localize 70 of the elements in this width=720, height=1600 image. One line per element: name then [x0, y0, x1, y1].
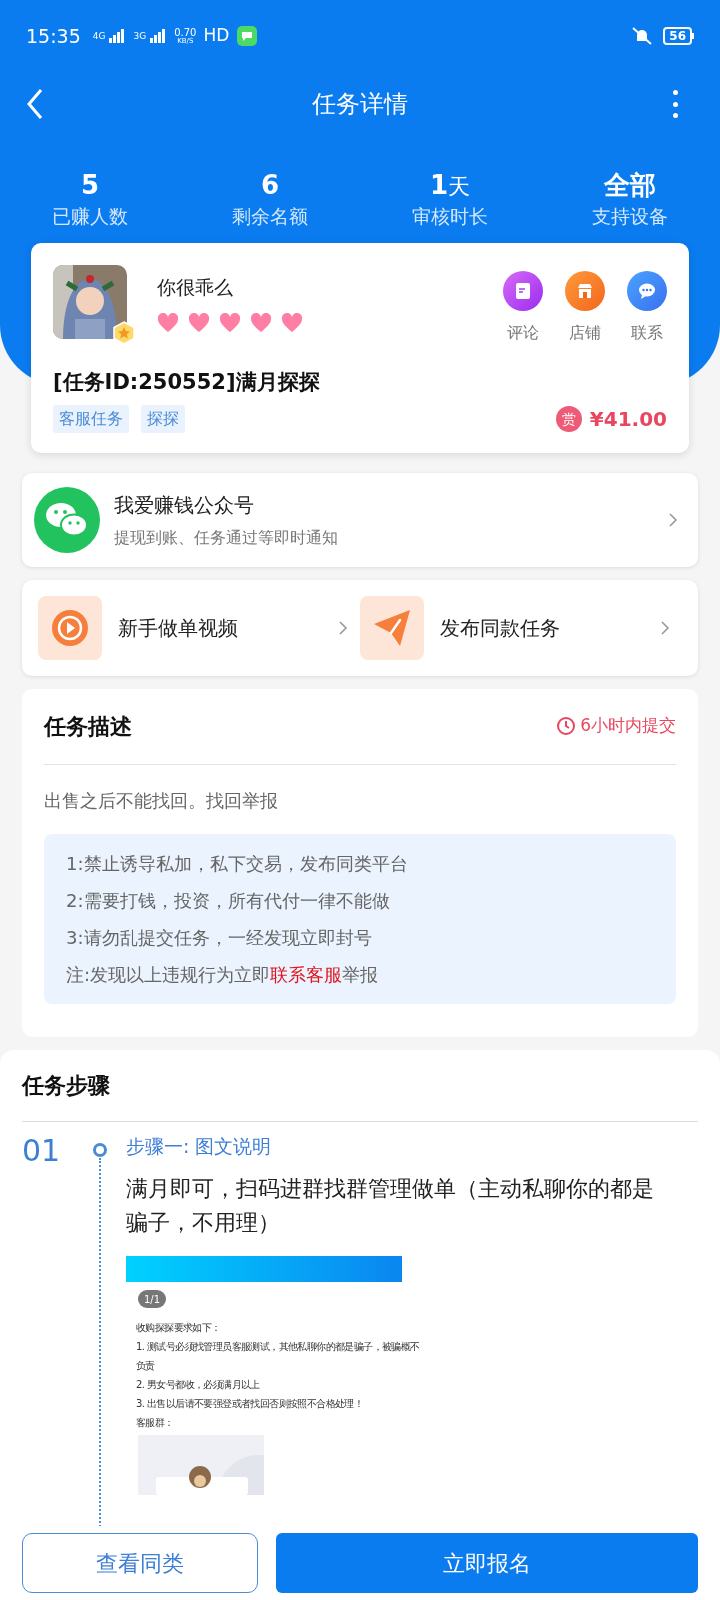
reward-badge: 赏	[555, 406, 582, 432]
action-button[interactable]: 店铺	[565, 270, 605, 345]
document-line: 客服群：	[136, 1417, 174, 1430]
heart-icon	[219, 313, 241, 333]
sign-up-button[interactable]: 立即报名	[276, 1533, 698, 1593]
document-line: 2. 男女号都收，必须满月以上	[136, 1379, 260, 1392]
document-line: 收购探探要求如下：	[136, 1322, 221, 1335]
document-line: 1. 测试号必须找管理员客服测试，其他私聊你的都是骗子，被骗概不	[136, 1341, 420, 1354]
page-title: 任务详情	[312, 89, 408, 120]
action-button[interactable]: 评论	[503, 270, 543, 345]
stat-value: 1	[429, 172, 449, 198]
rule-text: 注:发现以上违规行为立即联系客服举报	[66, 962, 380, 987]
task-tag: 客服任务	[53, 405, 129, 433]
signal-icon	[109, 29, 126, 43]
shortcut-button[interactable]: 新手做单视频	[38, 579, 360, 676]
stat-value: 6	[260, 172, 280, 198]
heart-icon	[157, 313, 179, 333]
stat-value: 5	[80, 172, 100, 198]
deadline: 6小时内提交	[580, 714, 676, 738]
stat-unit: 天	[448, 176, 471, 198]
rule-text: 1:禁止诱导私加，私下交易，发布同类平台	[66, 851, 409, 876]
document-line: 3. 出售以后请不要强登或者找回否则按照不合格处理！	[136, 1398, 364, 1411]
section-title: 任务步骤	[22, 1071, 110, 1100]
back-icon	[26, 88, 44, 120]
task-title: [任务ID:250552]满月探探	[53, 368, 321, 396]
clock-icon	[556, 716, 577, 736]
badge-star-icon	[113, 320, 135, 345]
battery-icon: 56	[663, 27, 694, 45]
similar-tasks-button[interactable]: 查看同类	[22, 1533, 259, 1593]
hd-indicator: HD	[203, 24, 230, 48]
shop-icon	[565, 270, 605, 311]
stat-label: 支持设备	[592, 204, 668, 229]
chat-icon	[627, 270, 667, 311]
message-icon	[237, 26, 258, 46]
heart-icon	[250, 313, 272, 333]
chevron-right-icon	[660, 619, 670, 636]
rule-text: 3:请勿乱提交任务，一经发现立即封号	[66, 925, 373, 950]
paper-plane-icon	[360, 595, 424, 660]
stat-value: 全部	[604, 172, 656, 198]
wechat-icon	[34, 486, 100, 553]
description-text: 出售之后不能找回。找回举报	[44, 788, 279, 813]
note-icon	[503, 270, 543, 311]
stat-label: 已赚人数	[52, 204, 128, 229]
reward-amount: ¥41.00	[589, 406, 667, 433]
network-type: 3G	[133, 31, 147, 41]
publisher-name: 你很乖么	[157, 274, 234, 300]
contact-support-link[interactable]: 联系客服	[270, 963, 343, 985]
task-tag: 探探	[141, 405, 185, 433]
mute-icon	[631, 26, 654, 46]
wechat-account-card[interactable]: 我爱赚钱公众号 提现到账、任务通过等即时通知	[22, 472, 698, 567]
step-text: 满月即可，扫码进群找群管理做单（主动私聊你的都是骗子，不用理）	[126, 1175, 655, 1238]
clock: 15:35	[26, 23, 81, 49]
stat-label: 剩余名额	[232, 204, 308, 229]
step-number: 01	[22, 1131, 62, 1170]
chevron-right-icon	[338, 619, 348, 636]
network-speed: 0.70	[174, 27, 197, 38]
network-type: 4G	[92, 31, 106, 41]
action-button[interactable]: 联系	[627, 270, 667, 345]
chevron-right-icon	[668, 511, 678, 528]
step-title: 步骤一: 图文说明	[126, 1133, 273, 1159]
play-icon	[38, 595, 102, 660]
rule-text: 2:需要打钱，投资，所有代付一律不能做	[66, 888, 391, 913]
signal-icon	[150, 29, 167, 43]
page-indicator: 1/1	[138, 1290, 166, 1309]
stat-label: 审核时长	[412, 204, 488, 229]
document-line: 负责	[136, 1360, 155, 1373]
heart-icon	[281, 313, 303, 333]
shortcut-button[interactable]: 发布同款任务	[360, 579, 682, 676]
heart-icon	[188, 313, 210, 333]
section-title: 任务描述	[44, 712, 132, 741]
